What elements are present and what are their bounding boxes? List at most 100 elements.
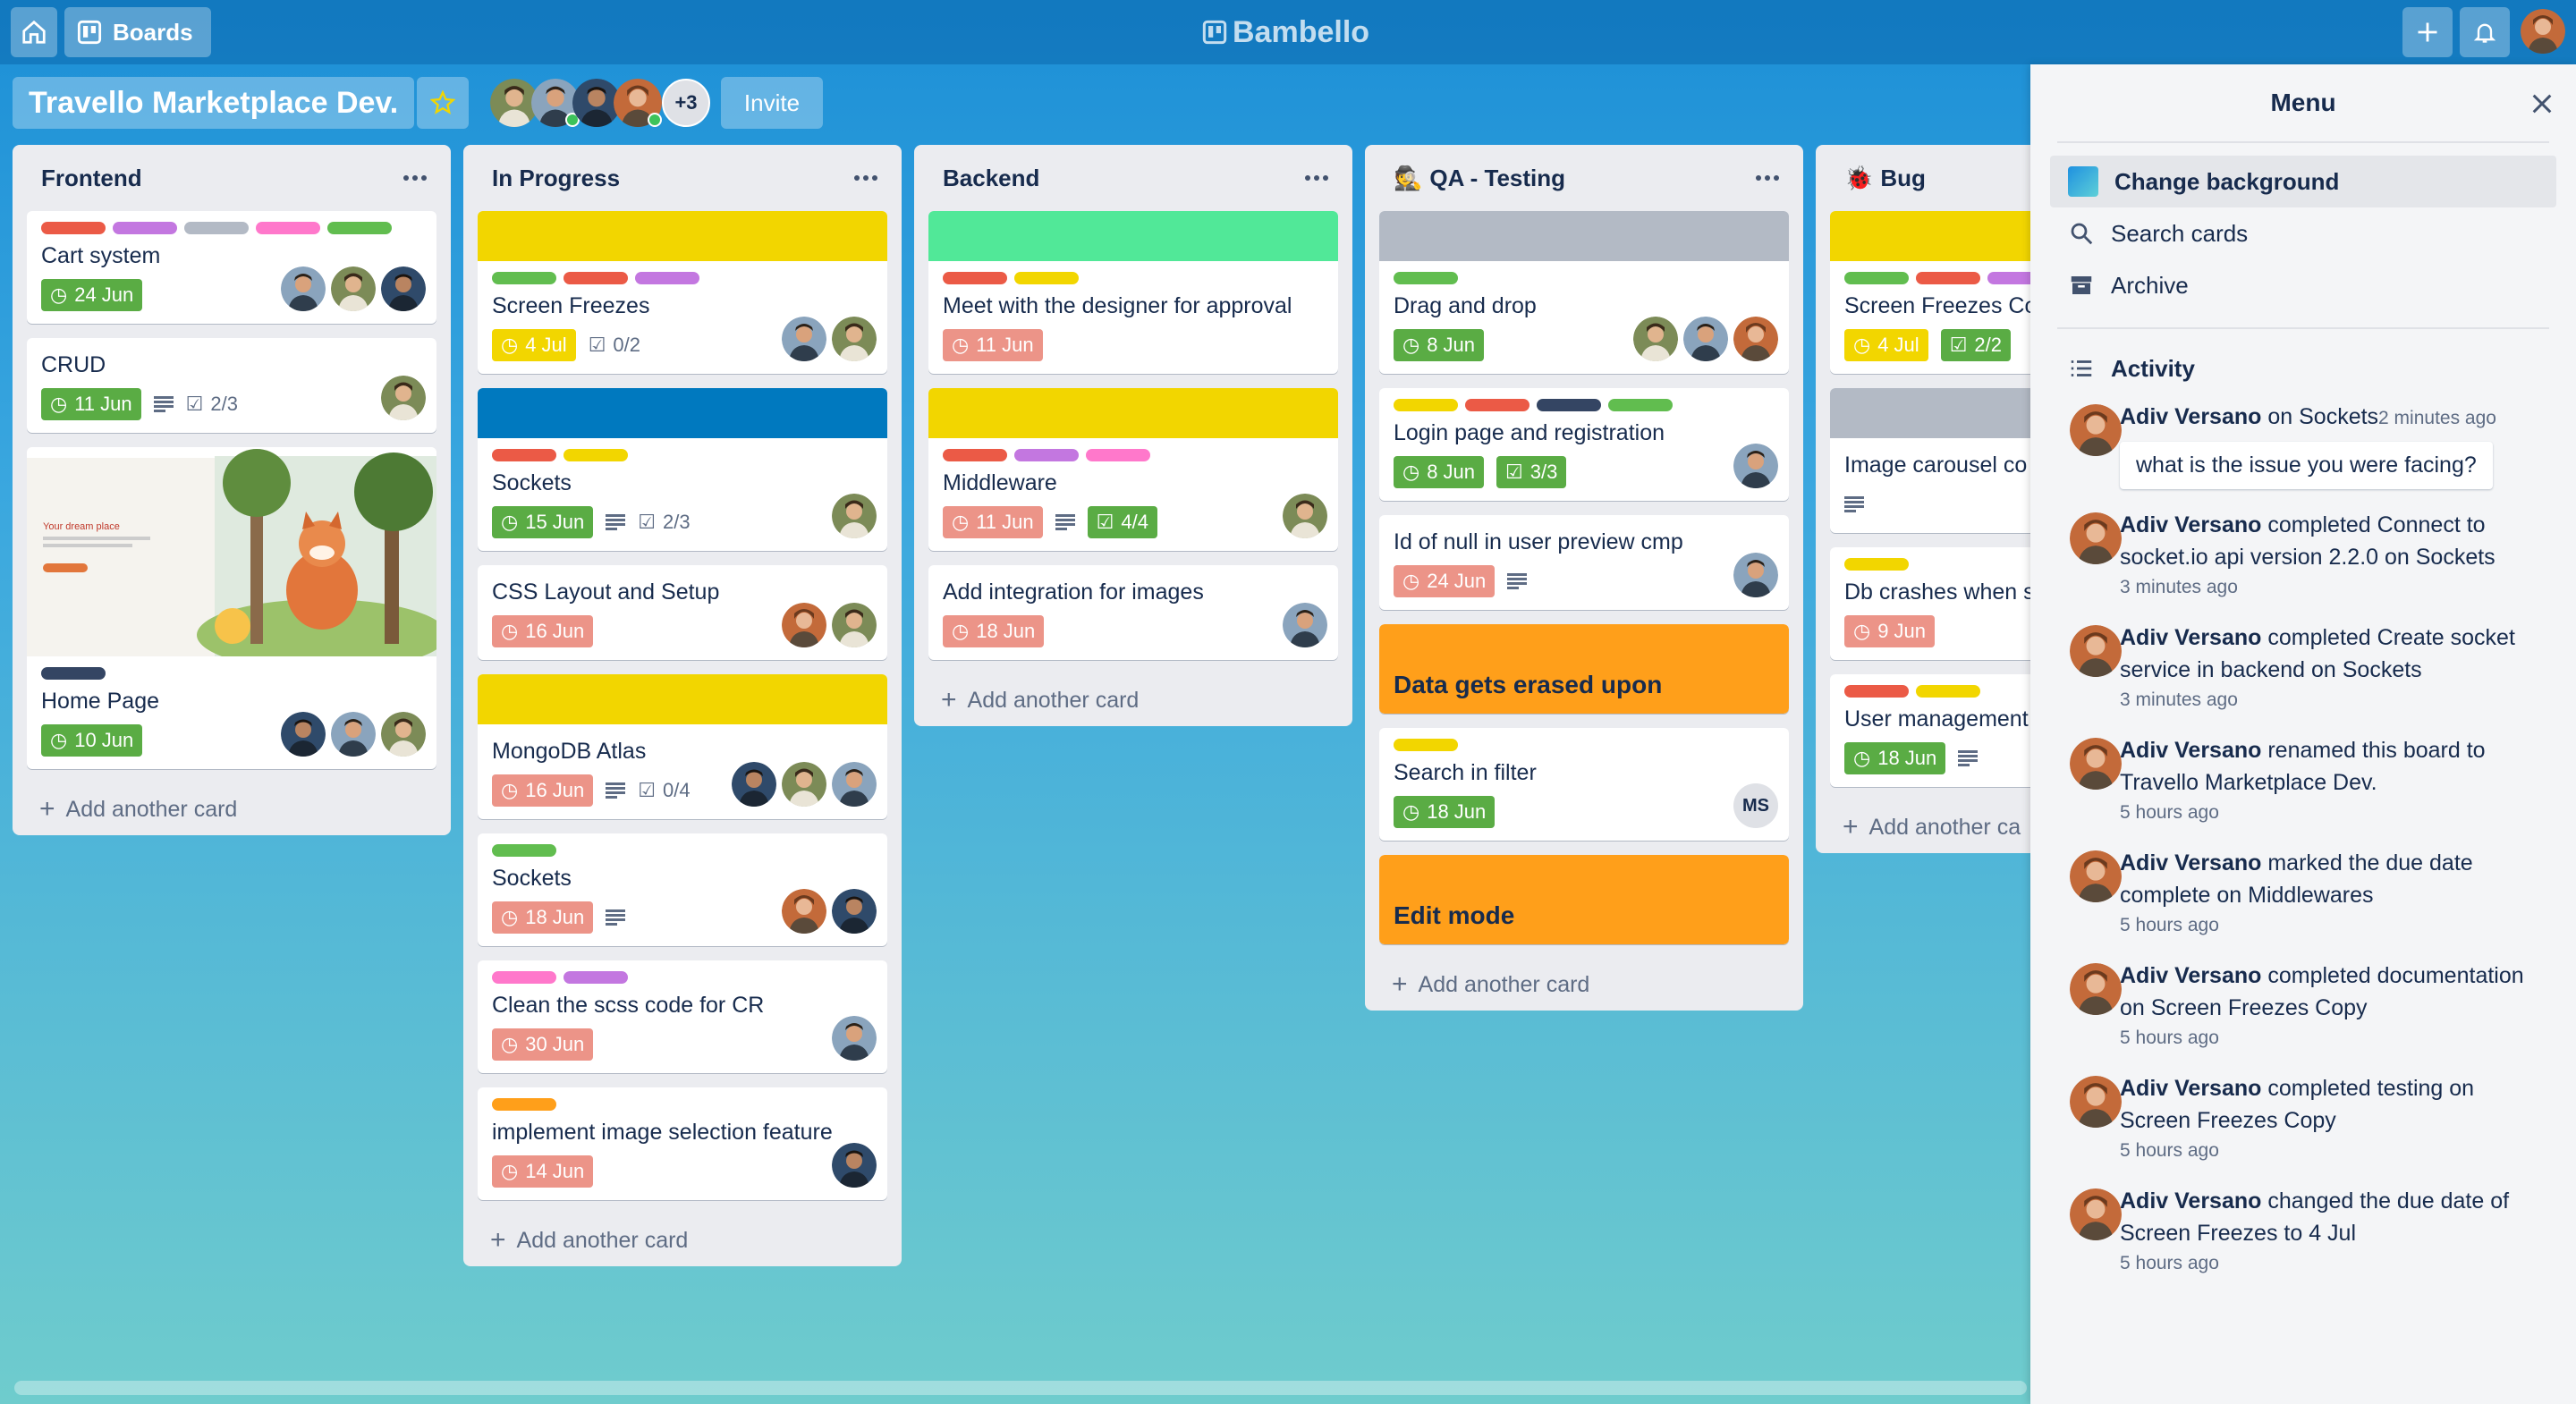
menu-item-archive[interactable]: Archive [2050, 259, 2556, 311]
card[interactable]: Data gets erased upon [1379, 624, 1789, 714]
create-button[interactable] [2402, 7, 2453, 57]
member-avatar[interactable] [832, 494, 877, 538]
activity-user[interactable]: Adiv Versano [2120, 850, 2261, 875]
activity-user[interactable]: Adiv Versano [2120, 625, 2261, 650]
activity-user[interactable]: Adiv Versano [2120, 1188, 2261, 1214]
due-date-badge[interactable]: ◷ 10 Jun [41, 724, 143, 757]
menu-item-search-cards[interactable]: Search cards [2050, 207, 2556, 259]
member-avatar[interactable] [1733, 444, 1778, 488]
board-title[interactable]: Travello Marketplace Dev. [13, 77, 415, 129]
list-menu-button[interactable] [1750, 165, 1785, 191]
due-date-badge[interactable]: ◷ 11 Jun [943, 506, 1043, 538]
member-avatar[interactable] [782, 603, 826, 647]
card[interactable]: Sockets ◷ 18 Jun [478, 833, 887, 946]
card[interactable]: Add integration for images ◷ 18 Jun [928, 565, 1338, 660]
due-date-badge[interactable]: ◷ 9 Jun [1844, 615, 1936, 647]
member-avatar[interactable] [832, 1016, 877, 1061]
boards-button[interactable]: Boards [64, 7, 211, 57]
card[interactable]: Your dream place Home Page ◷ 10 Jun [27, 447, 436, 769]
member-avatar[interactable] [1283, 603, 1327, 647]
due-date-badge[interactable]: ◷ 4 Jul [1844, 329, 1928, 361]
add-card-button[interactable]: + Add another card [928, 674, 1338, 726]
member-avatar[interactable] [732, 762, 776, 807]
user-avatar[interactable] [2070, 963, 2122, 1015]
member-avatar[interactable] [331, 712, 376, 757]
invite-button[interactable]: Invite [721, 77, 823, 129]
due-date-badge[interactable]: ◷ 18 Jun [1844, 742, 1946, 774]
home-button[interactable] [11, 7, 57, 57]
activity-user[interactable]: Adiv Versano [2120, 738, 2261, 763]
due-date-badge[interactable]: ◷ 11 Jun [41, 388, 141, 420]
due-date-badge[interactable]: ◷ 18 Jun [492, 901, 594, 934]
member-avatar[interactable] [281, 266, 326, 311]
member-avatar[interactable] [832, 1143, 877, 1188]
due-date-badge[interactable]: ◷ 8 Jun [1394, 456, 1485, 488]
due-date-badge[interactable]: ◷ 16 Jun [492, 615, 594, 647]
due-date-badge[interactable]: ◷ 15 Jun [492, 506, 594, 538]
user-avatar[interactable] [2070, 404, 2122, 456]
member-avatar[interactable] [782, 762, 826, 807]
card[interactable]: Edit mode [1379, 855, 1789, 944]
card[interactable]: MongoDB Atlas ◷ 16 Jun ☑ 0/4 [478, 674, 887, 819]
add-card-button[interactable]: + Add another card [478, 1214, 887, 1266]
member-avatar[interactable] [381, 266, 426, 311]
list-menu-button[interactable] [1299, 165, 1335, 191]
list-title[interactable]: Frontend [41, 165, 142, 192]
activity-user[interactable]: Adiv Versano [2120, 512, 2261, 537]
card[interactable]: Search in filter ◷ 18 Jun MS [1379, 728, 1789, 841]
due-date-badge[interactable]: ◷ 18 Jun [1394, 796, 1496, 828]
user-avatar[interactable] [2070, 1188, 2122, 1240]
member-avatar[interactable] [832, 603, 877, 647]
member-avatar[interactable] [782, 889, 826, 934]
member-initials-avatar[interactable]: MS [1733, 783, 1778, 828]
member-avatar[interactable] [1283, 494, 1327, 538]
card[interactable]: implement image selection feature ◷ 14 Ju… [478, 1087, 887, 1200]
activity-comment[interactable]: what is the issue you were facing? [2120, 442, 2493, 489]
menu-item-change-background[interactable]: Change background [2050, 156, 2556, 207]
app-logo[interactable]: Bambello [1202, 11, 1369, 54]
activity-user[interactable]: Adiv Versano [2120, 963, 2261, 988]
card[interactable]: Drag and drop ◷ 8 Jun [1379, 211, 1789, 374]
due-date-badge[interactable]: ◷ 18 Jun [943, 615, 1045, 647]
card[interactable]: Meet with the designer for approval ◷ 11 … [928, 211, 1338, 374]
member-avatar[interactable] [381, 376, 426, 420]
list-title[interactable]: 🐞 Bug [1844, 165, 1926, 192]
due-date-badge[interactable]: ◷ 30 Jun [492, 1028, 594, 1061]
card[interactable]: Cart system ◷ 24 Jun [27, 211, 436, 324]
notifications-button[interactable] [2460, 7, 2510, 57]
card[interactable]: CRUD ◷ 11 Jun ☑ 2/3 [27, 338, 436, 433]
due-date-badge[interactable]: ◷ 11 Jun [943, 329, 1043, 361]
member-avatar[interactable] [832, 317, 877, 361]
user-avatar[interactable] [2070, 512, 2122, 564]
member-avatar[interactable] [614, 79, 662, 127]
member-avatar[interactable] [1683, 317, 1728, 361]
member-avatar[interactable] [1733, 317, 1778, 361]
due-date-badge[interactable]: ◷ 8 Jun [1394, 329, 1485, 361]
member-avatar[interactable] [1633, 317, 1678, 361]
due-date-badge[interactable]: ◷ 24 Jun [1394, 565, 1496, 597]
list-title[interactable]: 🕵 QA - Testing [1394, 165, 1565, 192]
user-avatar[interactable] [2070, 1076, 2122, 1128]
member-avatar[interactable] [331, 266, 376, 311]
close-icon[interactable] [2528, 89, 2556, 118]
card[interactable]: CSS Layout and Setup ◷ 16 Jun [478, 565, 887, 660]
star-board-button[interactable] [417, 77, 469, 129]
due-date-badge[interactable]: ◷ 4 Jul [492, 329, 576, 361]
user-avatar[interactable] [2070, 850, 2122, 902]
card[interactable]: Middleware ◷ 11 Jun ☑ 4/4 [928, 388, 1338, 551]
card[interactable]: Screen Freezes ◷ 4 Jul ☑ 0/2 [478, 211, 887, 374]
activity-user[interactable]: Adiv Versano [2120, 1076, 2261, 1101]
card[interactable]: Sockets ◷ 15 Jun ☑ 2/3 [478, 388, 887, 551]
list-menu-button[interactable] [848, 165, 884, 191]
due-date-badge[interactable]: ◷ 16 Jun [492, 774, 594, 807]
member-avatar[interactable] [832, 889, 877, 934]
member-avatar[interactable] [281, 712, 326, 757]
due-date-badge[interactable]: ◷ 14 Jun [492, 1155, 594, 1188]
add-card-button[interactable]: + Add another card [27, 783, 436, 835]
activity-user[interactable]: Adiv Versano [2120, 404, 2261, 429]
user-avatar[interactable] [2070, 625, 2122, 677]
horizontal-scrollbar[interactable] [14, 1381, 2027, 1395]
more-members-badge[interactable]: +3 [662, 79, 710, 127]
member-avatar[interactable] [1733, 553, 1778, 597]
member-avatar[interactable] [381, 712, 426, 757]
